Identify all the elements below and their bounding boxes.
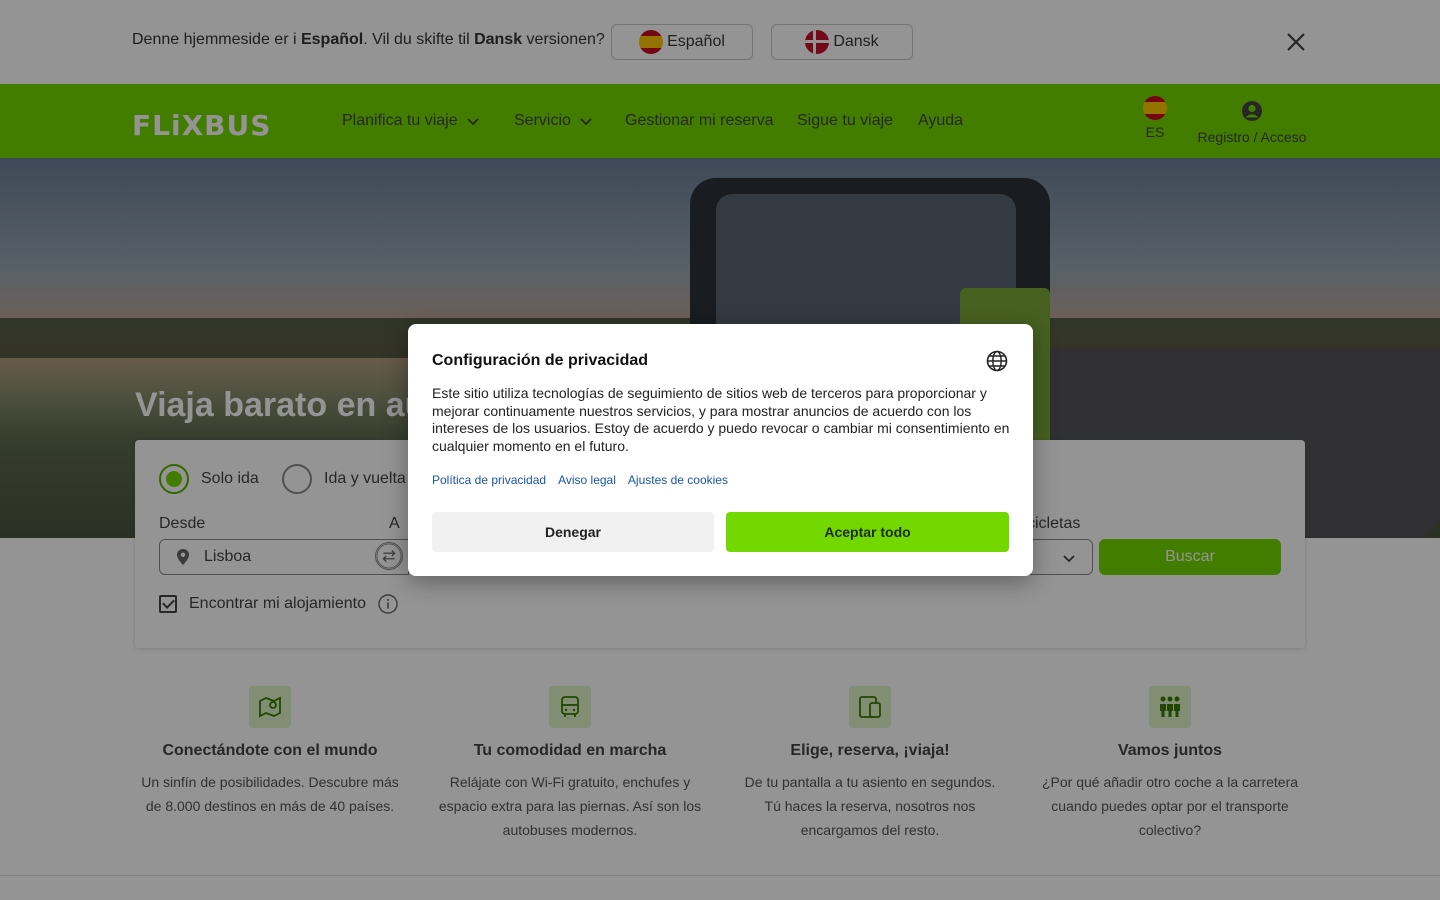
deny-button[interactable]: Denegar (432, 512, 714, 552)
privacy-policy-link[interactable]: Política de privacidad (432, 473, 546, 487)
dialog-body-text: Este sitio utiliza tecnologías de seguim… (432, 385, 1010, 454)
globe-icon[interactable] (986, 350, 1008, 372)
accept-all-button[interactable]: Aceptar todo (726, 512, 1009, 552)
cookie-settings-link[interactable]: Ajustes de cookies (628, 473, 728, 487)
privacy-settings-dialog: Configuración de privacidad Este sitio u… (408, 324, 1033, 576)
dialog-links: Política de privacidad Aviso legal Ajust… (432, 473, 728, 487)
dialog-title: Configuración de privacidad (432, 352, 649, 369)
legal-notice-link[interactable]: Aviso legal (558, 473, 616, 487)
